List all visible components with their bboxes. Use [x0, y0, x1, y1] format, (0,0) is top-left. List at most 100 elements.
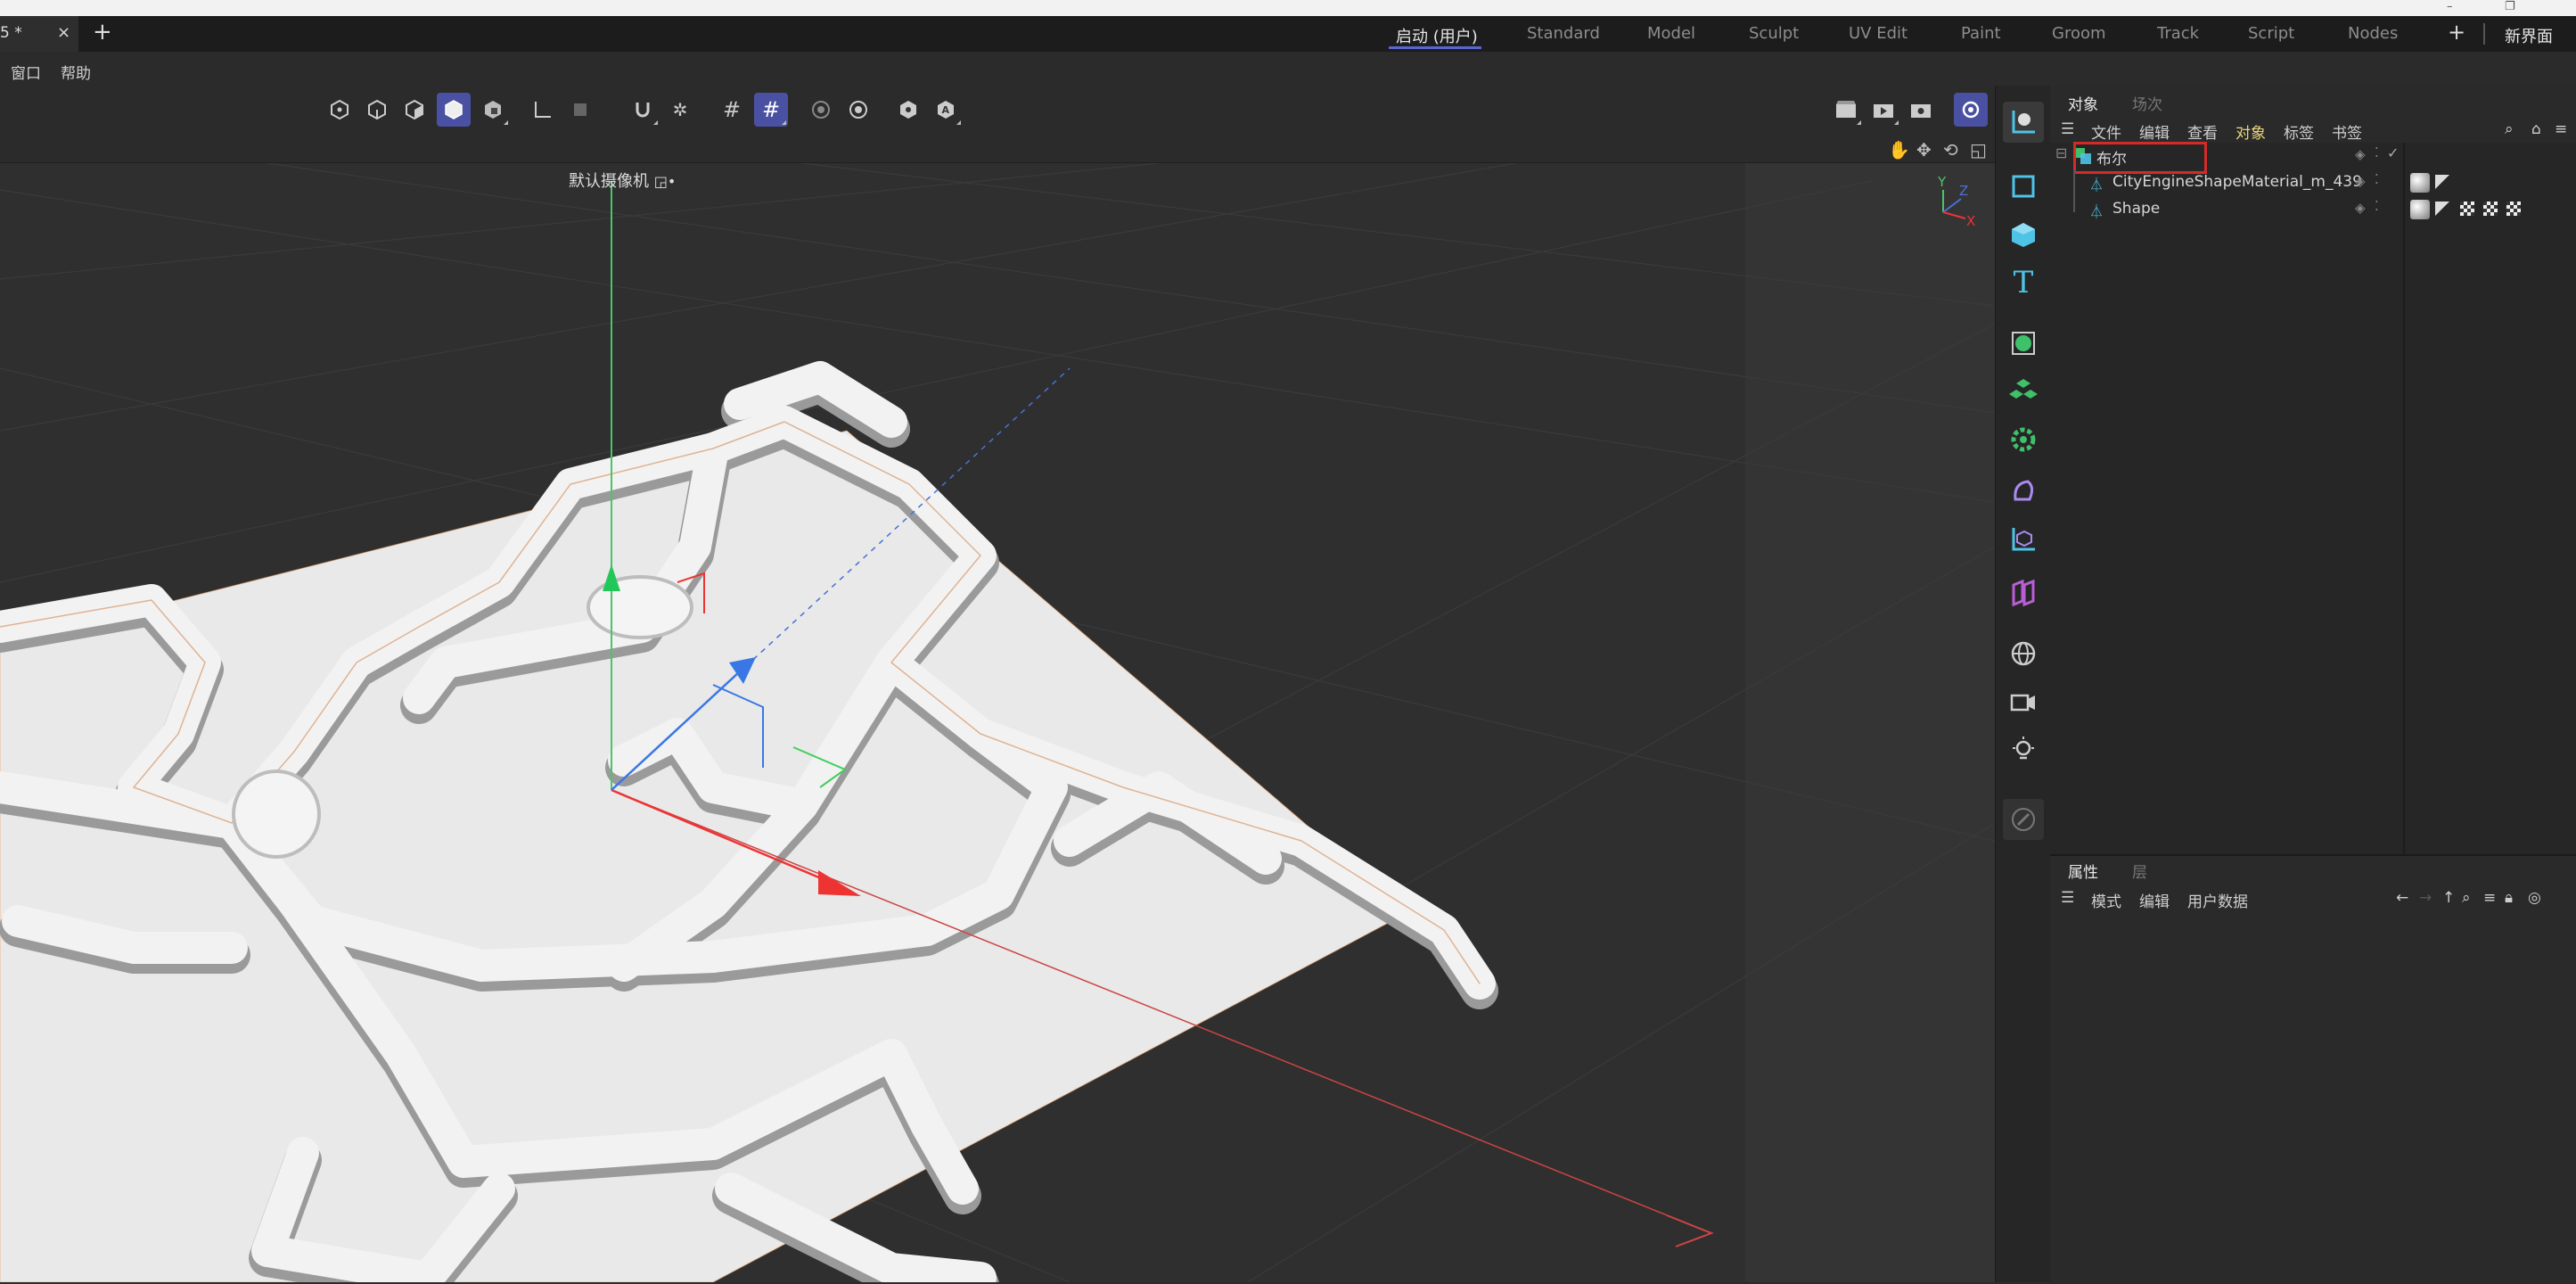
- search-icon[interactable]: ⌕: [2462, 889, 2471, 907]
- 3d-viewport[interactable]: 默认摄像机 ◲• Y Z X: [0, 163, 1995, 1282]
- edges-mode-icon[interactable]: [360, 93, 394, 127]
- object-row-material[interactable]: ⏃ CityEngineShapeMaterial_m_439 ◈ ⁚: [2050, 169, 2576, 212]
- tab-objects[interactable]: 对象: [2068, 92, 2098, 114]
- collapse-icon[interactable]: ⊟: [2055, 144, 2067, 161]
- menu-bookmarks[interactable]: 书签: [2332, 120, 2362, 143]
- menu-tags[interactable]: 标签: [2284, 120, 2314, 143]
- layout-uv-edit[interactable]: UV Edit: [1849, 24, 1907, 43]
- render-to-picture-viewer-icon[interactable]: [1866, 93, 1900, 127]
- paint-tool-icon[interactable]: [2003, 799, 2044, 840]
- text-spline-icon[interactable]: T: [2003, 262, 2044, 303]
- axis-mode-icon[interactable]: [526, 93, 560, 127]
- menu-help[interactable]: 帮助: [61, 61, 91, 83]
- cube-icon[interactable]: [2003, 214, 2044, 255]
- close-tab-icon[interactable]: ×: [57, 23, 70, 42]
- points-mode-icon[interactable]: [323, 93, 357, 127]
- menu-mode[interactable]: 模式: [2091, 889, 2121, 911]
- enabled-check-icon[interactable]: ✓: [2387, 144, 2399, 161]
- new-view-icon[interactable]: ◎: [2528, 889, 2541, 907]
- layout-track[interactable]: Track: [2157, 24, 2199, 43]
- visibility-dots-icon[interactable]: ⁚: [2375, 171, 2379, 187]
- layout-paint[interactable]: Paint: [1961, 24, 2001, 43]
- menu-user-data[interactable]: 用户数据: [2187, 889, 2248, 911]
- home-icon[interactable]: ⌂: [2531, 120, 2541, 138]
- edit-render-settings-icon[interactable]: [1904, 93, 1938, 127]
- rotate-view-icon[interactable]: ⟲: [1943, 139, 1958, 160]
- null-object-icon[interactable]: [2003, 519, 2044, 560]
- search-icon[interactable]: ⌕: [2505, 120, 2514, 138]
- deformer-icon[interactable]: [2003, 471, 2044, 512]
- layout-groom[interactable]: Groom: [2052, 24, 2106, 43]
- menu-view[interactable]: 查看: [2187, 120, 2218, 143]
- viewport-render-icon[interactable]: [1954, 93, 1988, 127]
- cloner-icon[interactable]: [2003, 371, 2044, 412]
- back-arrow-icon[interactable]: ←: [2396, 889, 2408, 907]
- subdivision-icon[interactable]: [2003, 323, 2044, 364]
- layout-nodes[interactable]: Nodes: [2348, 24, 2398, 43]
- display-filter-icon[interactable]: [891, 93, 925, 127]
- render-view-icon[interactable]: [1829, 93, 1863, 127]
- uvw-tag-icon[interactable]: [2435, 202, 2449, 216]
- add-layout-button[interactable]: +: [2448, 20, 2465, 45]
- hamburger-menu-icon[interactable]: ☰: [2061, 889, 2074, 907]
- layout-model[interactable]: Model: [1647, 24, 1695, 43]
- maximize-view-icon[interactable]: ◱: [1970, 139, 1987, 160]
- layer-icon[interactable]: ◈: [2355, 173, 2366, 189]
- menu-file[interactable]: 文件: [2091, 120, 2121, 143]
- snap-settings-icon[interactable]: ✲: [663, 93, 697, 127]
- object-row-shape[interactable]: ⏃ Shape ◈ ⁚: [2050, 196, 2576, 223]
- model-mode-icon[interactable]: [437, 93, 471, 127]
- camera-label[interactable]: 默认摄像机 ◲•: [569, 169, 676, 192]
- tab-attributes[interactable]: 属性: [2068, 860, 2098, 882]
- environment-icon[interactable]: [2003, 633, 2044, 674]
- restore-icon[interactable]: ❐: [2505, 0, 2515, 13]
- layer-icon[interactable]: ◈: [2355, 146, 2366, 162]
- minimize-icon[interactable]: –: [2447, 0, 2453, 13]
- texture-tag-icon[interactable]: [2506, 202, 2521, 216]
- document-tab[interactable]: 5 * ×: [0, 16, 78, 52]
- pan-icon[interactable]: ✋: [1888, 139, 1910, 160]
- rectangle-spline-icon[interactable]: [2003, 166, 2044, 207]
- magnet-snap-icon[interactable]: [626, 93, 660, 127]
- lock-icon[interactable]: 🔒︎: [2505, 889, 2513, 907]
- move-view-icon[interactable]: ✥: [1916, 139, 1932, 160]
- live-selection-icon[interactable]: [2003, 102, 2044, 143]
- object-row-boolean[interactable]: ⊟ 布尔 ◈ ⁚ ✓: [2050, 142, 2576, 174]
- forward-arrow-icon[interactable]: →: [2419, 889, 2432, 907]
- text-tool-icon[interactable]: A: [929, 93, 963, 127]
- layout-startup[interactable]: 启动 (用户): [1396, 24, 1478, 47]
- menu-object[interactable]: 对象: [2236, 120, 2266, 143]
- material-tag-icon[interactable]: [2410, 200, 2430, 219]
- filter-icon[interactable]: ≡: [2555, 120, 2567, 138]
- new-layout-button[interactable]: 新界面: [2505, 24, 2553, 47]
- texture-tag-icon[interactable]: [2483, 202, 2498, 216]
- menu-edit[interactable]: 编辑: [2139, 889, 2170, 911]
- layout-standard[interactable]: Standard: [1527, 24, 1600, 43]
- light-icon[interactable]: [2003, 729, 2044, 770]
- texture-tag-icon[interactable]: [2460, 202, 2474, 216]
- field-icon[interactable]: [2003, 572, 2044, 613]
- add-tab-button[interactable]: +: [93, 19, 112, 45]
- layout-script[interactable]: Script: [2248, 24, 2294, 43]
- workplane-grid-icon[interactable]: #: [754, 93, 788, 127]
- polygons-mode-icon[interactable]: [398, 93, 431, 127]
- uvw-tag-icon[interactable]: [2435, 175, 2449, 189]
- tweak-mode-icon[interactable]: [563, 93, 597, 127]
- material-tag-icon[interactable]: [2410, 173, 2430, 193]
- tab-layers[interactable]: 层: [2132, 860, 2147, 882]
- menu-edit[interactable]: 编辑: [2139, 120, 2170, 143]
- uv-mode-icon[interactable]: [476, 93, 510, 127]
- tab-takes[interactable]: 场次: [2132, 92, 2162, 114]
- layer-icon[interactable]: ◈: [2355, 200, 2366, 216]
- grid-icon[interactable]: #: [715, 93, 749, 127]
- layout-sculpt[interactable]: Sculpt: [1749, 24, 1799, 43]
- up-arrow-icon[interactable]: ↑: [2442, 889, 2455, 907]
- camera-object-icon[interactable]: [2003, 681, 2044, 722]
- filter-icon[interactable]: ≡: [2483, 889, 2496, 907]
- render-region-icon[interactable]: [804, 93, 838, 127]
- visibility-dots-icon[interactable]: ⁚: [2375, 144, 2379, 160]
- render-settings-icon[interactable]: [841, 93, 875, 127]
- visibility-dots-icon[interactable]: ⁚: [2375, 198, 2379, 214]
- effector-icon[interactable]: [2003, 419, 2044, 460]
- menu-window[interactable]: 窗口: [11, 61, 41, 83]
